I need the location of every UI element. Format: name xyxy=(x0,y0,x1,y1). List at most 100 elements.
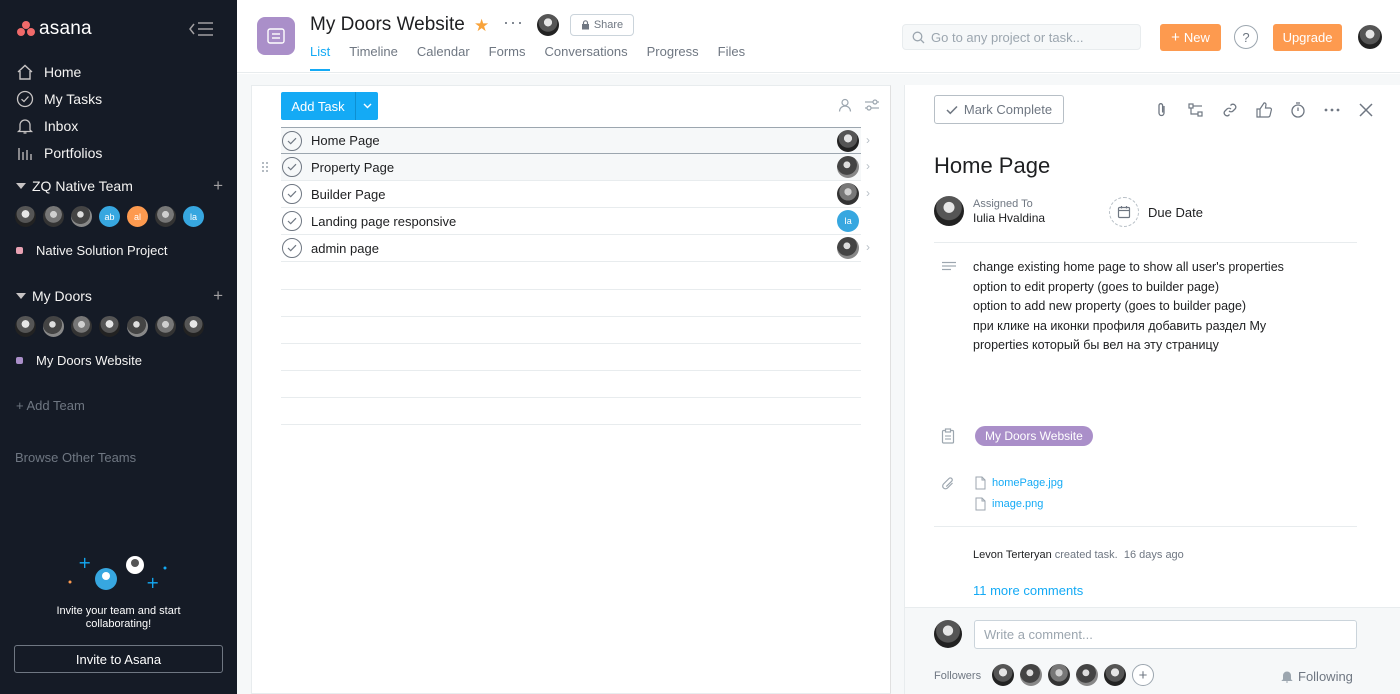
tab-timeline[interactable]: Timeline xyxy=(349,44,398,71)
chevron-right-icon[interactable]: › xyxy=(866,159,870,173)
avatar[interactable] xyxy=(70,205,93,228)
activity-author[interactable]: Levon Terteryan xyxy=(973,549,1052,561)
avatar[interactable] xyxy=(42,205,65,228)
help-button[interactable]: ? xyxy=(1234,25,1258,49)
complete-checkbox[interactable] xyxy=(282,184,302,204)
follower-avatar[interactable] xyxy=(1076,664,1098,686)
assignee-avatar[interactable] xyxy=(837,183,859,205)
link-icon[interactable] xyxy=(1221,101,1239,119)
empty-row[interactable] xyxy=(281,317,861,344)
task-row[interactable]: admin page › xyxy=(281,235,870,262)
invite-button[interactable]: Invite to Asana xyxy=(14,645,223,673)
complete-checkbox[interactable] xyxy=(282,157,302,177)
avatar[interactable] xyxy=(126,315,149,338)
more-options-icon[interactable] xyxy=(1323,101,1341,119)
avatar[interactable] xyxy=(42,315,65,338)
caret-down-icon[interactable] xyxy=(16,293,26,299)
comment-input[interactable]: Write a comment... xyxy=(974,620,1357,649)
task-name[interactable]: Builder Page xyxy=(311,187,385,202)
add-project-icon[interactable]: + xyxy=(213,176,223,196)
avatar[interactable] xyxy=(70,315,93,338)
caret-down-icon[interactable] xyxy=(16,183,26,189)
attachment-link[interactable]: homePage.jpg xyxy=(975,476,1063,490)
new-button[interactable]: + New xyxy=(1160,24,1221,51)
add-follower-button[interactable]: + xyxy=(1132,664,1154,686)
task-name[interactable]: Home Page xyxy=(311,133,380,148)
attachment-link[interactable]: image.png xyxy=(975,497,1043,511)
star-icon[interactable]: ★ xyxy=(474,16,489,36)
sidebar-item-my-tasks[interactable]: My Tasks xyxy=(0,85,237,112)
avatar[interactable] xyxy=(537,14,559,36)
complete-checkbox[interactable] xyxy=(282,130,302,151)
team-header-zq-native[interactable]: ZQ Native Team + xyxy=(0,174,237,198)
sidebar-item-inbox[interactable]: Inbox xyxy=(0,112,237,139)
close-icon[interactable] xyxy=(1357,101,1375,119)
search-input[interactable]: Go to any project or task... xyxy=(902,24,1141,50)
tab-forms[interactable]: Forms xyxy=(489,44,526,71)
avatar[interactable] xyxy=(98,315,121,338)
tab-progress[interactable]: Progress xyxy=(647,44,699,71)
sidebar-item-portfolios[interactable]: Portfolios xyxy=(0,139,237,166)
following-toggle[interactable]: Following xyxy=(1281,669,1353,684)
assignee-filter-icon[interactable] xyxy=(838,98,852,112)
avatar[interactable] xyxy=(14,315,37,338)
project-list-icon[interactable] xyxy=(257,17,295,55)
task-row[interactable]: Landing page responsive Ia xyxy=(281,208,861,235)
empty-row[interactable] xyxy=(281,371,861,398)
empty-row[interactable] xyxy=(281,290,861,317)
team-header-my-doors[interactable]: My Doors + xyxy=(0,284,237,308)
follower-avatar[interactable] xyxy=(1020,664,1042,686)
sidebar-project-native-solution[interactable]: Native Solution Project xyxy=(16,243,168,258)
follower-avatar[interactable] xyxy=(992,664,1014,686)
like-icon[interactable] xyxy=(1255,101,1273,119)
assignee-avatar[interactable] xyxy=(837,156,859,178)
share-button[interactable]: Share xyxy=(570,14,634,36)
assignee-field[interactable]: Assigned To Iulia Hvaldina xyxy=(934,196,1045,226)
mark-complete-button[interactable]: Mark Complete xyxy=(934,95,1064,124)
drag-handle-icon[interactable] xyxy=(261,161,269,173)
upgrade-button[interactable]: Upgrade xyxy=(1273,24,1342,51)
add-task-dropdown[interactable] xyxy=(355,92,378,120)
sidebar-item-home[interactable]: Home xyxy=(0,58,237,85)
task-title[interactable]: Home Page xyxy=(934,153,1050,179)
task-description[interactable]: change existing home page to show all us… xyxy=(973,258,1303,356)
tab-conversations[interactable]: Conversations xyxy=(545,44,628,71)
sidebar-project-my-doors-website[interactable]: My Doors Website xyxy=(16,353,142,368)
task-row[interactable]: Property Page › xyxy=(262,154,870,181)
assignee-avatar[interactable] xyxy=(837,130,859,152)
project-tag[interactable]: My Doors Website xyxy=(975,426,1093,446)
tab-list[interactable]: List xyxy=(310,44,331,71)
empty-row[interactable] xyxy=(281,263,861,290)
complete-checkbox[interactable] xyxy=(282,238,302,258)
avatar[interactable] xyxy=(154,205,177,228)
collapse-sidebar-icon[interactable] xyxy=(188,20,214,38)
avatar[interactable] xyxy=(14,205,37,228)
assignee-avatar[interactable] xyxy=(837,237,859,259)
user-avatar[interactable] xyxy=(1358,25,1382,49)
add-task-button[interactable]: Add Task xyxy=(281,92,355,120)
task-row[interactable]: Home Page › xyxy=(281,127,870,154)
chevron-right-icon[interactable]: › xyxy=(866,240,870,254)
task-name[interactable]: Property Page xyxy=(311,160,394,175)
avatar[interactable]: al xyxy=(126,205,149,228)
chevron-right-icon[interactable]: › xyxy=(866,186,870,200)
task-name[interactable]: Landing page responsive xyxy=(311,214,456,229)
complete-checkbox[interactable] xyxy=(282,211,302,231)
task-row[interactable]: Builder Page › xyxy=(281,181,870,208)
asana-logo[interactable]: asana xyxy=(16,18,92,40)
add-project-icon[interactable]: + xyxy=(213,286,223,306)
avatar[interactable] xyxy=(182,315,205,338)
browse-teams-link[interactable]: Browse Other Teams xyxy=(15,450,136,465)
follower-avatar[interactable] xyxy=(1048,664,1070,686)
chevron-right-icon[interactable]: › xyxy=(866,133,870,147)
due-date-field[interactable]: Due Date xyxy=(1109,197,1203,227)
empty-row[interactable] xyxy=(281,344,861,371)
avatar[interactable]: ab xyxy=(98,205,121,228)
avatar[interactable]: la xyxy=(182,205,205,228)
assignee-avatar[interactable]: Ia xyxy=(837,210,859,232)
empty-row[interactable] xyxy=(281,398,861,425)
attachment-icon[interactable] xyxy=(1153,101,1171,119)
more-options-icon[interactable]: ··· xyxy=(503,12,524,33)
tab-files[interactable]: Files xyxy=(718,44,745,71)
subtask-icon[interactable] xyxy=(1187,101,1205,119)
